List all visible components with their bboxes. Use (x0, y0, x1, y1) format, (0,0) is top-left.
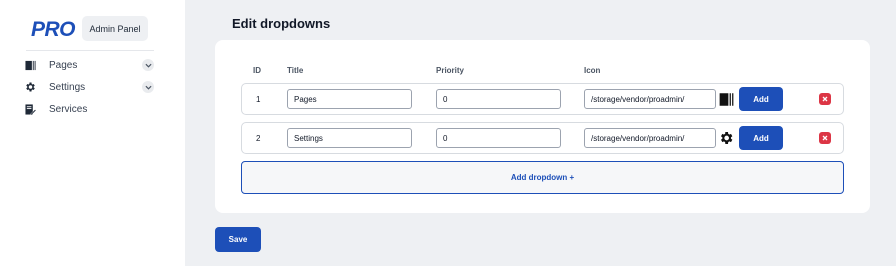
row-id: 2 (256, 134, 261, 143)
sidebar: PRO Admin Panel Pages Settings Services (0, 0, 185, 266)
sidebar-item-label: Pages (49, 59, 78, 71)
icon-path-input[interactable]: /storage/vendor/proadmin/ (584, 89, 716, 109)
icon-path-input[interactable]: /storage/vendor/proadmin/ (584, 128, 716, 148)
sidebar-item-pages[interactable]: Pages (24, 56, 154, 74)
sidebar-item-services[interactable]: Services (24, 100, 154, 118)
sidebar-item-settings[interactable]: Settings (24, 78, 154, 96)
priority-input[interactable]: 0 (436, 89, 561, 109)
column-header-title: Title (287, 66, 304, 75)
book-icon (24, 59, 36, 71)
table-row: 1 Pages 0 /storage/vendor/proadmin/ Add (241, 83, 844, 115)
chevron-down-icon[interactable] (142, 81, 154, 93)
add-dropdown-button[interactable]: Add dropdown + (241, 161, 844, 194)
priority-input[interactable]: 0 (436, 128, 561, 148)
column-header-id: ID (253, 66, 261, 75)
page-title: Edit dropdowns (232, 16, 331, 31)
close-icon (822, 135, 828, 141)
sidebar-item-label: Settings (49, 81, 86, 93)
delete-row-button[interactable] (819, 132, 831, 144)
close-icon (822, 96, 828, 102)
chevron-down-icon[interactable] (142, 59, 154, 71)
sidebar-divider (26, 50, 154, 51)
add-icon-button[interactable]: Add (739, 126, 783, 150)
gear-icon (24, 81, 36, 93)
row-id: 1 (256, 95, 261, 104)
title-input[interactable]: Pages (287, 89, 412, 109)
delete-row-button[interactable] (819, 93, 831, 105)
gear-icon (718, 130, 734, 146)
column-header-icon: Icon (584, 66, 601, 75)
table-row: 2 Settings 0 /storage/vendor/proadmin/ A… (241, 122, 844, 154)
sidebar-item-label: Services (49, 103, 88, 115)
column-header-priority: Priority (436, 66, 465, 75)
add-icon-button[interactable]: Add (739, 87, 783, 111)
book-icon (718, 91, 734, 107)
title-input[interactable]: Settings (287, 128, 412, 148)
admin-panel-badge: Admin Panel (82, 16, 148, 41)
save-button[interactable]: Save (215, 227, 261, 252)
logo[interactable]: PRO (31, 18, 76, 42)
edit-document-icon (24, 103, 36, 115)
